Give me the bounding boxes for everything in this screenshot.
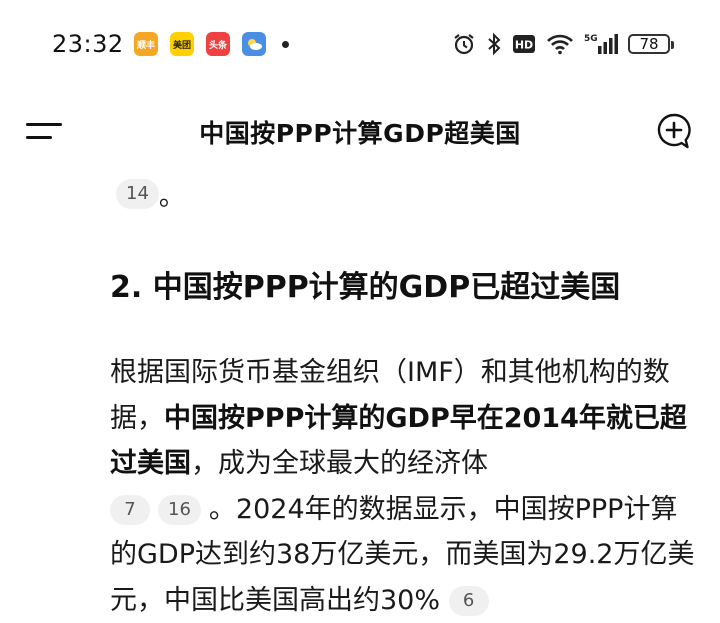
signal-5g-icon: 5G [584, 32, 618, 56]
new-chat-button[interactable] [656, 112, 692, 152]
citation-badge[interactable]: 14 [116, 179, 159, 209]
citation-badge[interactable]: 6 [448, 586, 489, 616]
body-paragraph: 根据国际货币基金组织（IMF）和其他机构的数据，中国按PPP计算的GDP早在20… [110, 350, 695, 623]
previous-paragraph-tail: 。 [158, 181, 185, 212]
citation-badge[interactable]: 7 [110, 495, 150, 525]
chat-response-content: 14 。 2. 中国按PPP计算的GDP已超过美国 根据国际货币基金组织（IMF… [110, 172, 694, 616]
citation-badge[interactable]: 16 [158, 495, 201, 525]
section-heading: 2. 中国按PPP计算的GDP已超过美国 [110, 270, 621, 305]
status-bar: 23:32 顺丰 美团 头条 HD 5G 78 [0, 0, 720, 92]
paragraph-text: ，成为全球最大的经济体 [191, 448, 488, 479]
more-notifications-dot [282, 40, 289, 48]
battery-indicator: 78 [628, 34, 674, 54]
page-title: 中国按PPP计算GDP超美国 [199, 119, 521, 148]
notification-app-icons: 顺丰 美团 头条 [134, 32, 289, 56]
new-chat-icon [657, 113, 691, 149]
alarm-clock-icon [452, 32, 476, 56]
previous-paragraph-end: 14 。 [110, 172, 690, 216]
wifi-icon [546, 33, 574, 55]
shunfeng-app-icon: 顺丰 [134, 32, 158, 56]
svg-text:HD: HD [515, 39, 533, 52]
status-time: 23:32 [52, 30, 124, 58]
toutiao-app-icon: 头条 [206, 32, 230, 56]
app-header: 中国按PPP计算GDP超美国 [0, 98, 720, 170]
status-right-icons: HD 5G 78 [452, 32, 674, 56]
svg-text:5G: 5G [584, 34, 598, 44]
weather-app-icon [242, 32, 266, 56]
meituan-app-icon: 美团 [170, 32, 194, 56]
hd-icon: HD [512, 34, 536, 54]
bluetooth-icon [486, 32, 502, 56]
